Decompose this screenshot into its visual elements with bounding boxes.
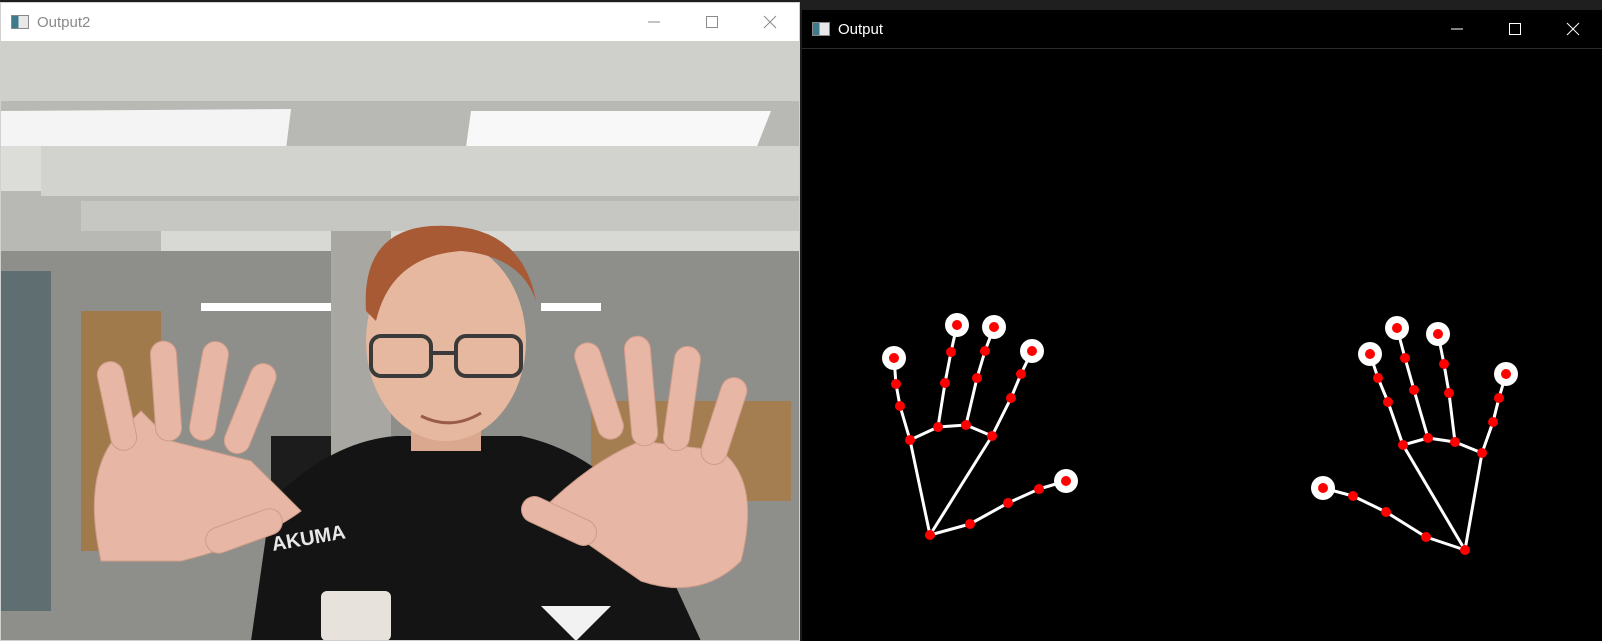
landmark-point bbox=[1400, 353, 1410, 363]
maximize-button[interactable] bbox=[1486, 10, 1544, 48]
landmark-point bbox=[925, 530, 935, 540]
landmark-point bbox=[989, 322, 999, 332]
landmark-point bbox=[1439, 359, 1449, 369]
app-window-icon bbox=[812, 22, 830, 36]
bone-connection bbox=[928, 435, 994, 536]
landmark-point bbox=[1423, 433, 1433, 443]
landmark-point bbox=[1444, 388, 1454, 398]
maximize-icon bbox=[706, 16, 718, 28]
bone-connection bbox=[1386, 401, 1405, 446]
bone-connection bbox=[936, 382, 947, 428]
landmark-point bbox=[1348, 491, 1358, 501]
landmark-point bbox=[961, 420, 971, 430]
output-title: Output bbox=[838, 20, 884, 38]
landmark-point bbox=[946, 347, 956, 357]
app-window-icon bbox=[11, 15, 29, 29]
landmark-point bbox=[1381, 507, 1391, 517]
landmark-point bbox=[987, 431, 997, 441]
landmark-point bbox=[980, 346, 990, 356]
landmark-point bbox=[1373, 373, 1383, 383]
bone-connection bbox=[1447, 392, 1457, 443]
bone-connection bbox=[1412, 389, 1430, 439]
landmark-point bbox=[1016, 369, 1026, 379]
bone-connection bbox=[1007, 487, 1040, 505]
landmark-point bbox=[1383, 397, 1393, 407]
close-icon bbox=[1566, 22, 1580, 36]
output2-window: Output2 AKUMA bbox=[0, 2, 800, 641]
output2-title: Output2 bbox=[37, 13, 91, 31]
bone-connection bbox=[969, 501, 1009, 526]
landmark-point bbox=[952, 320, 962, 330]
right-hand-skeleton bbox=[1311, 316, 1518, 555]
landmark-canvas bbox=[802, 48, 1602, 641]
landmark-point bbox=[889, 353, 899, 363]
maximize-button[interactable] bbox=[683, 3, 741, 41]
landmark-point bbox=[1477, 448, 1487, 458]
landmark-point bbox=[1003, 498, 1013, 508]
landmark-point bbox=[1488, 417, 1498, 427]
landmark-point bbox=[1494, 393, 1504, 403]
close-button[interactable] bbox=[1544, 10, 1602, 48]
maximize-icon bbox=[1509, 23, 1521, 35]
webcam-image: AKUMA bbox=[1, 41, 799, 640]
landmark-point bbox=[1006, 393, 1016, 403]
bone-connection bbox=[990, 397, 1013, 437]
output2-titlebar[interactable]: Output2 bbox=[1, 3, 799, 41]
bone-connection bbox=[1463, 452, 1484, 551]
landmark-point bbox=[1061, 476, 1071, 486]
landmark-point bbox=[1034, 484, 1044, 494]
landmark-point bbox=[1392, 323, 1402, 333]
landmark-point bbox=[891, 379, 901, 389]
landmark-point bbox=[1460, 545, 1470, 555]
bone-connection bbox=[908, 439, 932, 536]
landmark-point bbox=[1433, 329, 1443, 339]
output-window: Output bbox=[802, 10, 1602, 641]
bone-connection bbox=[1401, 444, 1467, 551]
close-icon bbox=[763, 15, 777, 29]
landmark-point bbox=[965, 519, 975, 529]
webcam-frame: AKUMA bbox=[1, 41, 799, 640]
landmark-point bbox=[1398, 440, 1408, 450]
landmark-point bbox=[1501, 369, 1511, 379]
minimize-icon bbox=[1451, 28, 1463, 30]
bone-connection bbox=[898, 405, 912, 441]
landmark-point bbox=[1365, 349, 1375, 359]
bone-connection bbox=[1352, 494, 1387, 514]
bone-connection bbox=[964, 377, 979, 426]
landmark-point bbox=[972, 373, 982, 383]
minimize-icon bbox=[648, 21, 660, 23]
output-titlebar[interactable]: Output bbox=[802, 10, 1602, 49]
close-button[interactable] bbox=[741, 3, 799, 41]
landmark-point bbox=[905, 435, 915, 445]
landmark-point bbox=[895, 401, 905, 411]
landmark-point bbox=[940, 378, 950, 388]
left-hand-skeleton bbox=[882, 313, 1078, 540]
landmark-point bbox=[933, 422, 943, 432]
landmark-point bbox=[1409, 385, 1419, 395]
landmark-point bbox=[1027, 346, 1037, 356]
minimize-button[interactable] bbox=[625, 3, 683, 41]
landmark-point bbox=[1450, 437, 1460, 447]
landmark-point bbox=[1421, 532, 1431, 542]
minimize-button[interactable] bbox=[1428, 10, 1486, 48]
hand-skeleton-drawing bbox=[882, 313, 1518, 555]
bone-connection bbox=[1385, 510, 1427, 539]
landmark-point bbox=[1318, 483, 1328, 493]
